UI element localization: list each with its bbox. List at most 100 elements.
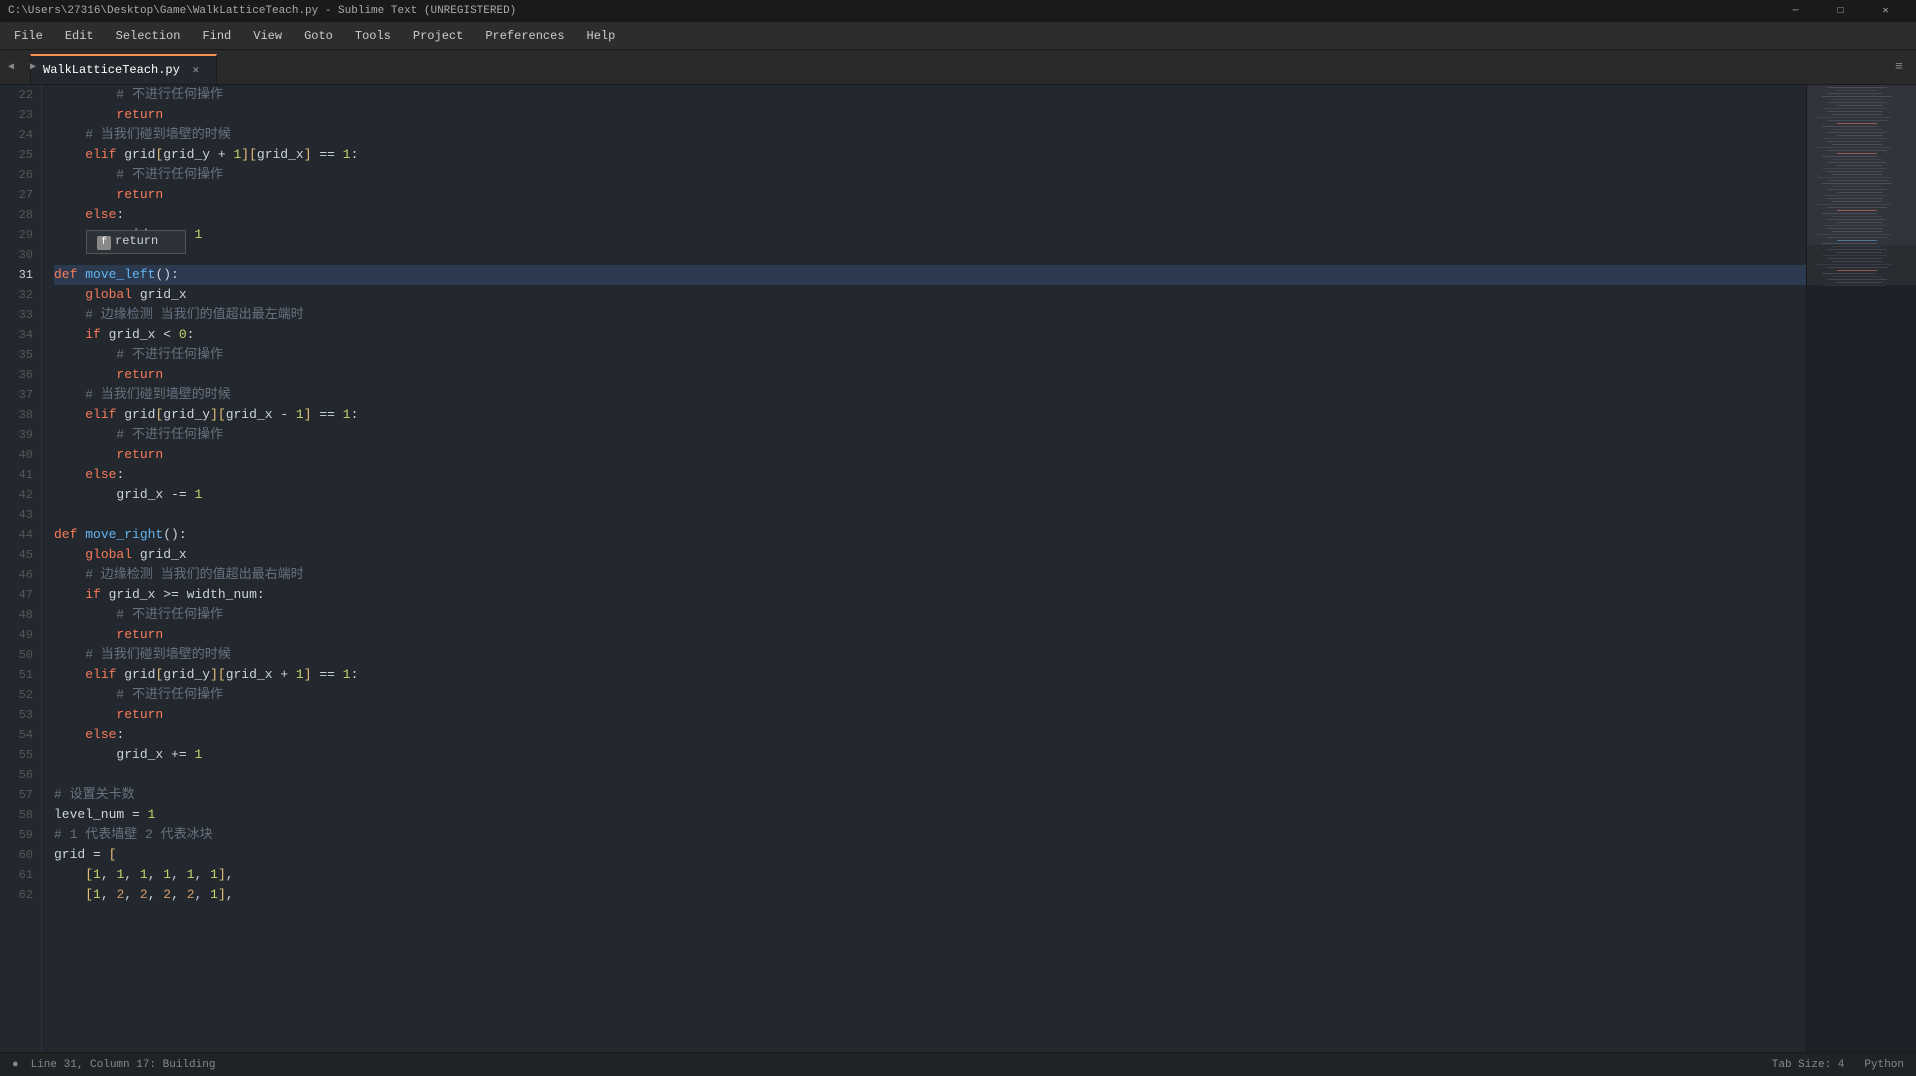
menu-edit[interactable]: Edit	[55, 25, 104, 47]
line-numbers: 22 23 24 25 26 27 28 29 30 31 32 33 34 3…	[0, 85, 42, 1052]
line-num-22: 22	[8, 85, 33, 105]
line-num-44: 44	[8, 525, 33, 545]
title-bar-left: C:\Users\27316\Desktop\Game\WalkLatticeT…	[8, 5, 516, 17]
minimap-viewport	[1807, 85, 1916, 285]
line-num-36: 36	[8, 365, 33, 385]
line-num-34: 34	[8, 325, 33, 345]
title-bar-controls: ─ □ ✕	[1773, 0, 1908, 22]
status-bar: ● Line 31, Column 17: Building Tab Size:…	[0, 1052, 1916, 1076]
menu-selection[interactable]: Selection	[106, 25, 191, 47]
line-num-61: 61	[8, 865, 33, 885]
line-num-50: 50	[8, 645, 33, 665]
code-line-36: return	[54, 365, 1806, 385]
menu-view[interactable]: View	[243, 25, 292, 47]
code-line-61: [1, 1, 1, 1, 1, 1],	[54, 865, 1806, 885]
code-line-44: def move_right():	[54, 525, 1806, 545]
line-num-40: 40	[8, 445, 33, 465]
tab-bar: ◀ ▶ WalkLatticeTeach.py ✕ ≡	[0, 50, 1916, 85]
code-line-54: else:	[54, 725, 1806, 745]
code-line-49: return	[54, 625, 1806, 645]
menu-bar: File Edit Selection Find View Goto Tools…	[0, 22, 1916, 50]
code-line-23: return	[54, 105, 1806, 125]
line-num-35: 35	[8, 345, 33, 365]
line-num-30: 30	[8, 245, 33, 265]
line-num-54: 54	[8, 725, 33, 745]
code-line-45: global grid_x	[54, 545, 1806, 565]
line-num-58: 58	[8, 805, 33, 825]
line-num-28: 28	[8, 205, 33, 225]
menu-project[interactable]: Project	[403, 25, 473, 47]
line-num-47: 47	[8, 585, 33, 605]
line-num-38: 38	[8, 405, 33, 425]
line-num-27: 27	[8, 185, 33, 205]
line-num-59: 59	[8, 825, 33, 845]
editor[interactable]: freturn 22 23 24 25 26 27 28 29 30 31 32…	[0, 85, 1916, 1052]
minimize-button[interactable]: ─	[1773, 0, 1818, 22]
code-line-22: # 不进行任何操作	[54, 85, 1806, 105]
code-line-40: return	[54, 445, 1806, 465]
menu-preferences[interactable]: Preferences	[475, 25, 574, 47]
line-num-56: 56	[8, 765, 33, 785]
line-num-52: 52	[8, 685, 33, 705]
status-position: Line 31, Column 17: Building	[31, 1059, 216, 1071]
code-line-62: [1, 2, 2, 2, 2, 1],	[54, 885, 1806, 905]
code-line-53: return	[54, 705, 1806, 725]
tab-next-button[interactable]: ▶	[22, 49, 44, 84]
code-line-31: def move_left():	[54, 265, 1806, 285]
tab-prev-button[interactable]: ◀	[0, 49, 22, 84]
line-num-31: 31	[8, 265, 33, 285]
code-line-33: # 边缘检测 当我们的值超出最左端时	[54, 305, 1806, 325]
menu-help[interactable]: Help	[577, 25, 626, 47]
menu-goto[interactable]: Goto	[294, 25, 343, 47]
line-num-42: 42	[8, 485, 33, 505]
line-num-49: 49	[8, 625, 33, 645]
tab-label: WalkLatticeTeach.py	[43, 63, 180, 77]
line-num-23: 23	[8, 105, 33, 125]
code-line-24: # 当我们碰到墙壁的时候	[54, 125, 1806, 145]
line-num-62: 62	[8, 885, 33, 905]
status-language[interactable]: Python	[1864, 1059, 1904, 1071]
code-line-38: elif grid[grid_y][grid_x - 1] == 1:	[54, 405, 1806, 425]
sidebar-toggle-button[interactable]: ≡	[1884, 49, 1914, 84]
line-num-41: 41	[8, 465, 33, 485]
code-line-26: # 不进行任何操作	[54, 165, 1806, 185]
code-line-43	[54, 505, 1806, 525]
ac-icon-return: f	[97, 236, 111, 250]
code-line-35: # 不进行任何操作	[54, 345, 1806, 365]
code-line-28: else:	[54, 205, 1806, 225]
code-line-52: # 不进行任何操作	[54, 685, 1806, 705]
code-line-39: # 不进行任何操作	[54, 425, 1806, 445]
line-num-48: 48	[8, 605, 33, 625]
status-tab-size[interactable]: Tab Size: 4	[1772, 1059, 1845, 1071]
ac-item-return[interactable]: freturn	[87, 231, 185, 253]
title-text: C:\Users\27316\Desktop\Game\WalkLatticeT…	[8, 5, 516, 17]
menu-file[interactable]: File	[4, 25, 53, 47]
close-button[interactable]: ✕	[1863, 0, 1908, 22]
title-bar: C:\Users\27316\Desktop\Game\WalkLatticeT…	[0, 0, 1916, 22]
tab-walklattice[interactable]: WalkLatticeTeach.py ✕	[30, 54, 217, 84]
autocomplete-popup: freturn	[86, 230, 186, 254]
code-area[interactable]: # 不进行任何操作 return # 当我们碰到墙壁的时候 elif grid[…	[42, 85, 1806, 1052]
maximize-button[interactable]: □	[1818, 0, 1863, 22]
status-right: Tab Size: 4 Python	[1772, 1059, 1904, 1071]
code-line-60: grid = [	[54, 845, 1806, 865]
code-line-57: # 设置关卡数	[54, 785, 1806, 805]
main-area: freturn 22 23 24 25 26 27 28 29 30 31 32…	[0, 85, 1916, 1052]
line-num-33: 33	[8, 305, 33, 325]
code-line-50: # 当我们碰到墙壁的时候	[54, 645, 1806, 665]
line-num-55: 55	[8, 745, 33, 765]
code-line-27: return	[54, 185, 1806, 205]
code-line-47: if grid_x >= width_num:	[54, 585, 1806, 605]
line-num-57: 57	[8, 785, 33, 805]
code-line-29: grid_y += 1	[54, 225, 1806, 245]
code-line-41: else:	[54, 465, 1806, 485]
status-build-icon: ●	[12, 1059, 19, 1071]
line-num-45: 45	[8, 545, 33, 565]
line-num-24: 24	[8, 125, 33, 145]
menu-find[interactable]: Find	[192, 25, 241, 47]
code-line-32: global grid_x	[54, 285, 1806, 305]
code-line-48: # 不进行任何操作	[54, 605, 1806, 625]
tab-close-button[interactable]: ✕	[188, 62, 204, 78]
menu-tools[interactable]: Tools	[345, 25, 401, 47]
line-num-25: 25	[8, 145, 33, 165]
